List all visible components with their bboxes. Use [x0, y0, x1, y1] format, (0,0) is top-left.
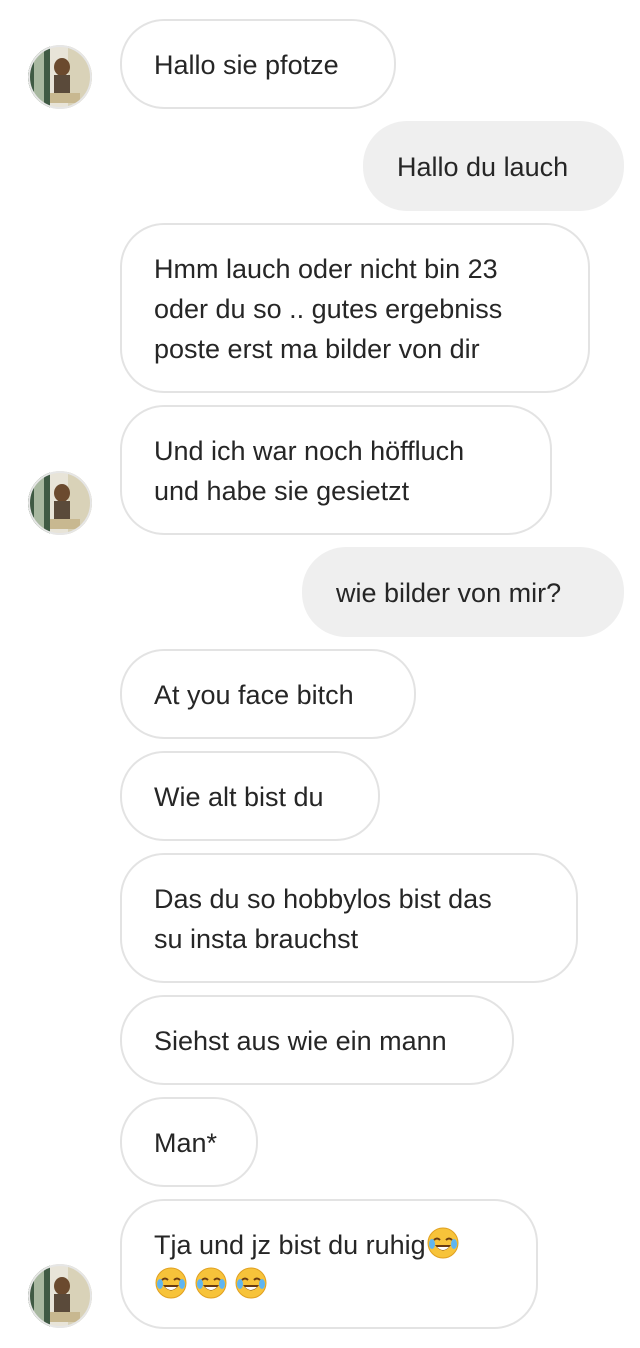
- message-text-line: Tja und jz bist du ruhig: [154, 1225, 504, 1265]
- message-text: Siehst aus wie ein mann: [154, 1026, 447, 1056]
- message-text: Wie alt bist du: [154, 782, 324, 812]
- contact-avatar-photo-icon: [28, 45, 92, 109]
- incoming-message-bubble[interactable]: Tja und jz bist du ruhig: [120, 1199, 538, 1329]
- incoming-message-bubble[interactable]: Man*: [120, 1097, 258, 1187]
- message-text: poste erst ma bilder von dir: [154, 334, 480, 364]
- incoming-message-bubble[interactable]: At you face bitch: [120, 649, 416, 739]
- emoji-line: [154, 1265, 504, 1305]
- incoming-message-bubble[interactable]: Wie alt bist du: [120, 751, 380, 841]
- outgoing-message-bubble[interactable]: Hallo du lauch: [363, 121, 624, 211]
- message-text: Und ich war noch höffluch: [154, 436, 465, 466]
- face-with-tears-of-joy-icon: [154, 1266, 188, 1300]
- message-text: Man*: [154, 1128, 218, 1158]
- chat-screen: { "messages": [ {"id": "m1", "sender": "…: [0, 0, 640, 1348]
- incoming-message-bubble[interactable]: Hmm lauch oder nicht bin 23 oder du so .…: [120, 223, 590, 393]
- message-text: su insta brauchst: [154, 924, 359, 954]
- outgoing-message-bubble[interactable]: wie bilder von mir?: [302, 547, 624, 637]
- face-with-tears-of-joy-icon: [426, 1226, 460, 1260]
- message-text: Das du so hobbylos bist das: [154, 884, 492, 914]
- contact-avatar[interactable]: [28, 471, 92, 535]
- message-text: und habe sie gesietzt: [154, 476, 410, 506]
- message-text: Hmm lauch oder nicht bin 23: [154, 254, 498, 284]
- contact-avatar-photo-icon: [28, 1264, 92, 1328]
- incoming-message-bubble[interactable]: Und ich war noch höffluch und habe sie g…: [120, 405, 552, 535]
- face-with-tears-of-joy-icon: [194, 1266, 228, 1300]
- message-text: wie bilder von mir?: [336, 578, 562, 608]
- message-text: oder du so .. gutes ergebniss: [154, 294, 503, 324]
- face-with-tears-of-joy-icon: [234, 1266, 268, 1300]
- contact-avatar-photo-icon: [28, 471, 92, 535]
- message-text: Hallo sie pfotze: [154, 50, 339, 80]
- incoming-message-bubble[interactable]: Hallo sie pfotze: [120, 19, 396, 109]
- message-text: Hallo du lauch: [397, 152, 569, 182]
- message-text: Tja und jz bist du ruhig: [154, 1230, 426, 1260]
- contact-avatar[interactable]: [28, 45, 92, 109]
- incoming-message-bubble[interactable]: Das du so hobbylos bist das su insta bra…: [120, 853, 578, 983]
- incoming-message-bubble[interactable]: Siehst aus wie ein mann: [120, 995, 514, 1085]
- message-text: At you face bitch: [154, 680, 354, 710]
- contact-avatar[interactable]: [28, 1264, 92, 1328]
